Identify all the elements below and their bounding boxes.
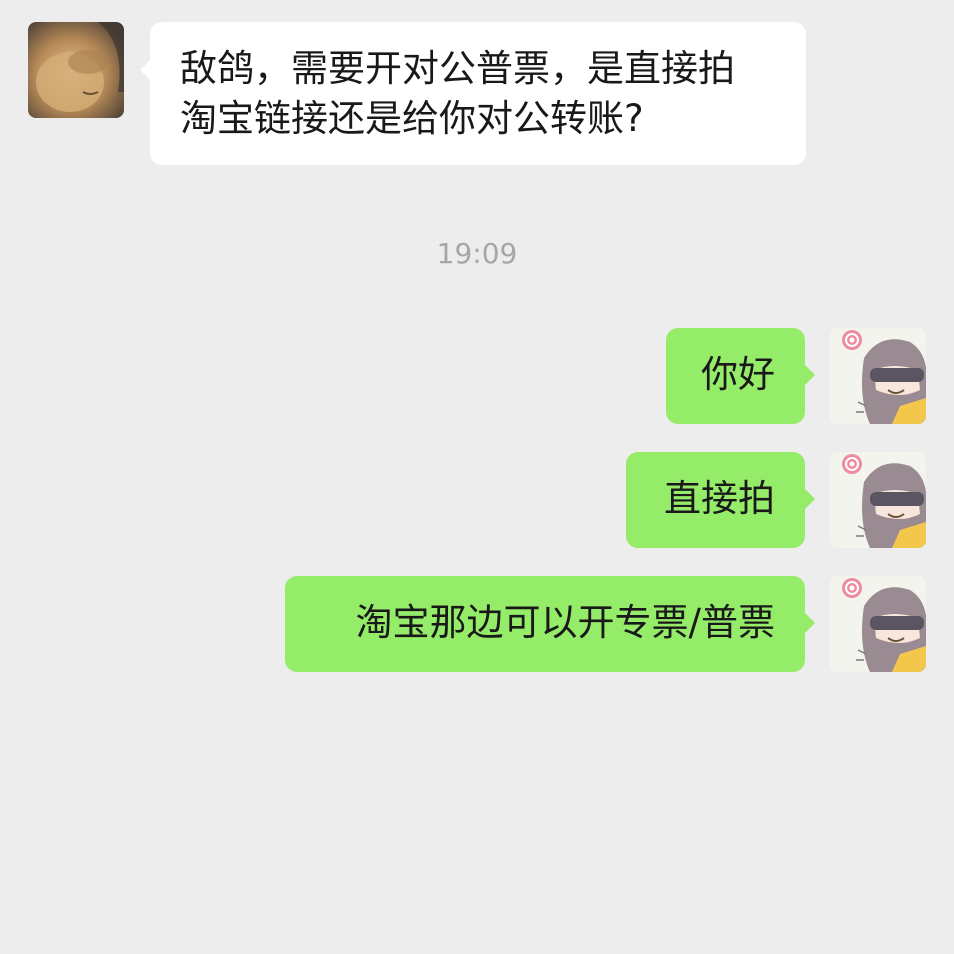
avatar-cartoon-girl-icon xyxy=(830,452,926,548)
self-avatar[interactable] xyxy=(830,452,926,548)
outgoing-message-text: 淘宝那边可以开专票/普票 xyxy=(355,601,775,644)
incoming-message-line-2: 淘宝链接还是给你对公转账? xyxy=(180,97,644,140)
contact-avatar[interactable] xyxy=(28,22,124,118)
outgoing-message-bubble[interactable]: 直接拍 xyxy=(626,452,815,548)
self-avatar[interactable] xyxy=(830,576,926,672)
contact-avatar-photo-icon xyxy=(28,22,124,118)
incoming-message-bubble[interactable]: 敌鸽，需要开对公普票，是直接拍 淘宝链接还是给你对公转账? xyxy=(140,22,806,165)
outgoing-message-bubble[interactable]: 你好 xyxy=(666,328,815,424)
incoming-message-line-1: 敌鸽，需要开对公普票，是直接拍 xyxy=(180,47,735,90)
outgoing-message-text: 直接拍 xyxy=(664,477,775,520)
outgoing-message-text: 你好 xyxy=(701,353,775,396)
self-avatar[interactable] xyxy=(830,328,926,424)
message-timestamp: 19:09 xyxy=(436,237,518,270)
avatar-cartoon-girl-icon xyxy=(830,576,926,672)
outgoing-message-bubble[interactable]: 淘宝那边可以开专票/普票 xyxy=(285,576,815,672)
avatar-cartoon-girl-icon xyxy=(830,328,926,424)
